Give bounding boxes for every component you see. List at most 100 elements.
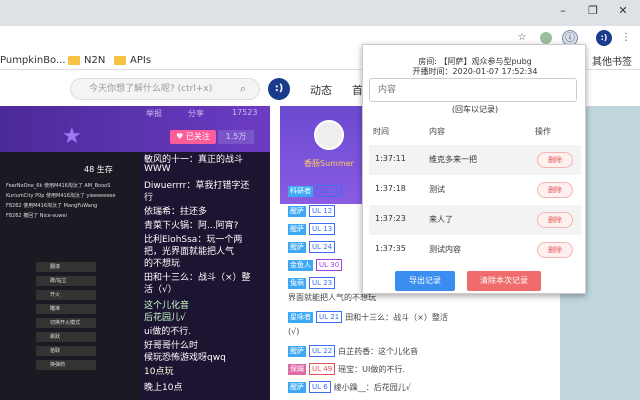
chat-text: 田和十三么：战斗（×）整活 [345,312,448,322]
danmaku-line: 10点玩 [144,367,174,377]
key-menu-item: 切换开火模式 [36,318,96,328]
level-badge: UL 30 [316,259,343,271]
extension-green-icon[interactable] [540,32,552,44]
follow-label: 已关注 [185,132,210,141]
key-menu-item: 开火 [36,290,96,300]
chat-text: 白芷药香：这个儿化音 [338,346,419,356]
content-input[interactable] [369,78,577,102]
close-icon[interactable]: ✕ [616,4,630,18]
fan-badge: 保姆 [288,363,306,375]
streamer-avatar[interactable] [314,120,344,150]
danmaku-line: 后花园儿√ [144,313,186,323]
chat-row: 醒萨 UL 24 [288,240,338,254]
level-badge: UL 23 [309,277,336,289]
record-row: 1:37:35 测试内容 删除 [369,235,581,265]
danmaku-line: 晚上10点 [144,383,183,393]
chat-text: (√) [288,326,300,336]
chat-row: 保姆 UL 49 瑶宝：UI做的不行. [288,362,405,376]
record-popup: 房间: 【阿萨】观众参与型pubg 开播时间：2020-01-07 17:52:… [362,44,586,294]
level-badge: UL 12 [309,205,336,217]
bookmark-others[interactable]: 其他书签 [592,53,632,68]
delete-button[interactable]: 删除 [537,182,573,198]
menu-dots-icon[interactable]: ⋮ [618,30,634,46]
key-menu-item: 拾取 [36,346,96,356]
record-content: 来人了 [429,215,453,224]
export-records-button[interactable]: 导出记录 [395,271,455,291]
search-input[interactable]: 今天你想了解什么呢? (ctrl+x) [70,78,260,100]
level-badge: UL 24 [309,241,336,253]
streamer-name[interactable]: 香肠Summer [304,158,354,169]
header-time: 时间 [373,127,389,136]
danmaku-line: 依瑞希：拄还多 [144,207,208,217]
fan-badge: 醒萨 [288,345,306,357]
bookmark-apis[interactable]: APIs [114,53,151,67]
record-content: 维克多来一把 [429,155,477,164]
danmaku-line: 青菜下火锅：阿...阿宵? [144,221,239,231]
search-icon[interactable]: ⌕ [234,80,252,98]
bookmark-n2n[interactable]: N2N [68,53,105,67]
danmaku-line: 活（√） [144,285,177,295]
danmaku-line: WWW [144,164,171,174]
minimize-icon[interactable]: – [556,4,570,18]
header-action: 操作 [535,127,551,136]
danmaku-line: 候玩恐怖游戏呀qwq [144,353,226,363]
report-link[interactable]: 举报 [146,108,162,119]
key-menu-item: 蹲/站立 [36,276,96,286]
chat-row: 醒萨 UL 22 白芷药香：这个儿化音 [288,344,418,358]
follow-count: 1.5万 [218,130,254,144]
players-alive: 48 生存 [84,165,113,174]
game-video[interactable]: 48 生存 FearNoOne_6k 使用M416淘汰了 AM_BoooS Ku… [0,152,140,400]
level-badge: UL 13 [309,223,336,235]
key-menu-item: 翻滚 [36,262,96,272]
kill-feed-line: FearNoOne_6k 使用M416淘汰了 AM_BoooS [6,183,111,189]
record-row: 1:37:11 维克多来一把 删除 [369,145,581,175]
danmaku-line: Diwuerrrr：草我打错字还 [144,181,250,191]
level-badge: UL 49 [309,363,336,375]
kill-feed-line: KuriumCity P0p 使用M416淘汰了 yieeeeeeee [6,193,116,199]
viewer-count: 17523 [232,108,258,117]
follow-button[interactable]: ♥ 已关注 [170,130,216,144]
danmaku-line: 的不想玩 [144,259,181,269]
bookmark-label: APIs [130,54,152,66]
fan-badge: 醒萨 [288,381,306,393]
level-badge: UL 6 [309,381,331,393]
delete-button[interactable]: 删除 [537,242,573,258]
heart-icon: ♥ [176,132,186,141]
share-link[interactable]: 分享 [188,108,204,119]
level-badge: UL 21 [316,185,343,197]
bookmark-label: 其他书签 [592,56,632,68]
clear-records-button[interactable]: 清除本次记录 [467,271,541,291]
record-time: 1:37:35 [375,244,406,253]
key-menu-item: 跳跃 [36,332,96,342]
record-row: 1:37:23 来人了 删除 [369,205,581,235]
record-time: 1:37:11 [375,154,406,163]
user-avatar[interactable]: :) [268,78,290,100]
profile-avatar[interactable]: :) [596,30,612,46]
chat-row: 星咏者 UL 21 田和十三么：战斗（×）整活 [288,310,448,324]
chat-row: 金鱼人 UL 30 [288,258,345,272]
fan-badge: 星咏者 [288,311,313,323]
chat-row: 醒萨 UL 6 绫小躁__：后花园儿√ [288,380,411,394]
delete-button[interactable]: 删除 [537,212,573,228]
level-badge: UL 21 [316,311,343,323]
delete-button[interactable]: 删除 [537,152,573,168]
kill-feed-line: F8262 撤回了 Nice-suwei [6,213,67,219]
record-time: 1:37:23 [375,214,406,223]
fan-badge: 醒萨 [288,205,306,217]
bookmark-label: PumpkinBo... [0,54,66,66]
nav-dynamic[interactable]: 动态 [310,82,332,98]
record-time: 1:37:18 [375,184,406,193]
chat-text: 瑶宝：UI做的不行. [338,364,405,374]
fan-badge: 科研者 [288,185,313,197]
stream-panel: ★ 举报 分享 17523 ♥ 已关注 1.5万 48 生存 FearNoOne… [0,106,270,400]
folder-icon [68,55,80,65]
chat-text: 绫小躁__：后花园儿√ [333,382,411,392]
level-badge: UL 22 [309,345,336,357]
restore-icon[interactable]: ❐ [586,4,600,18]
record-content: 测试内容 [429,245,461,254]
enter-hint: (回车以记录) [451,105,499,114]
stream-header: ★ 举报 分享 17523 ♥ 已关注 1.5万 [0,106,270,152]
danmaku-overlay: 敏风的十一：真正的战斗 WWW Diwuerrrr：草我打错字还 行 依瑞希：拄… [140,152,270,400]
record-content: 测试 [429,185,445,194]
bookmark-pumpkin[interactable]: PumpkinBo... [0,53,66,67]
